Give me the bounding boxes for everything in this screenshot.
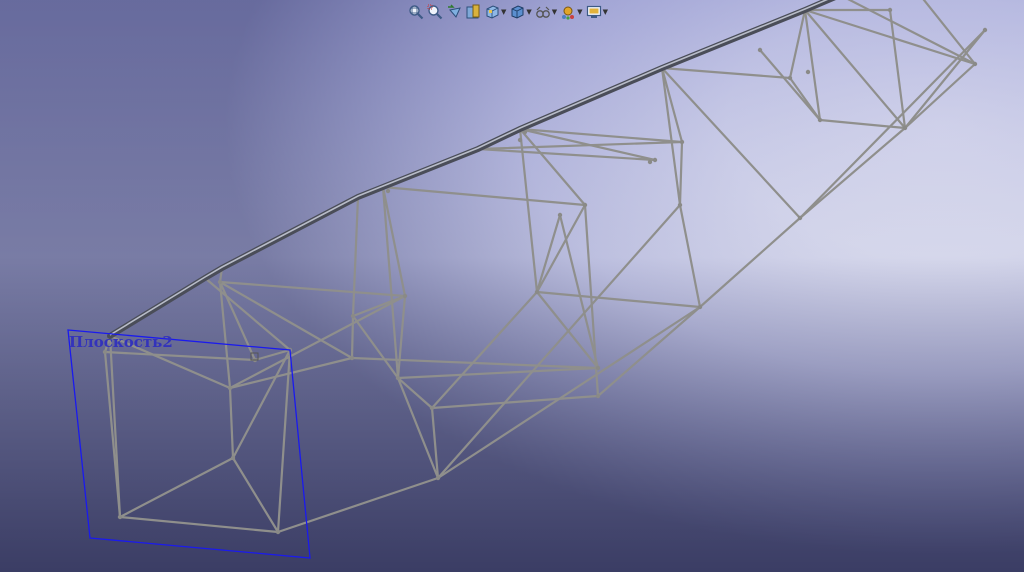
truss-node[interactable] [429,405,435,411]
truss-member[interactable] [231,456,280,534]
truss-node[interactable] [557,212,563,218]
truss-node[interactable] [595,365,601,371]
truss-member[interactable] [788,8,807,80]
truss-node[interactable] [805,69,811,75]
truss-member[interactable] [103,350,257,362]
truss-node[interactable] [582,202,588,208]
edit-appearance-button[interactable]: ▼ [560,3,583,21]
truss-node[interactable] [887,7,893,13]
truss-node[interactable] [652,157,658,163]
truss-member[interactable] [351,314,400,380]
display-style-icon [511,5,524,19]
view-settings-button[interactable]: ▼ [586,3,608,21]
truss-model [67,0,988,559]
hide-show-items-icon [535,6,550,18]
truss-node[interactable] [435,475,441,481]
truss-node[interactable] [757,47,763,53]
truss-member[interactable] [218,280,407,298]
chevron-down-icon: ▼ [501,8,507,16]
truss-node[interactable] [395,375,401,381]
plane2-label[interactable]: Плоскость2 [69,333,173,351]
truss-member[interactable] [381,185,587,207]
zoom-to-fit-button[interactable] [408,3,424,21]
truss-node[interactable] [972,61,978,67]
truss-member[interactable] [798,28,987,220]
truss-member[interactable] [596,305,702,398]
truss-node[interactable] [697,304,703,310]
truss-node[interactable] [385,188,391,194]
truss-node[interactable] [402,293,408,299]
previous-view-icon [448,4,461,18]
truss-node[interactable] [902,125,908,131]
truss-node[interactable] [517,137,523,143]
truss-node[interactable] [677,202,683,208]
truss-member[interactable] [698,216,802,309]
truss-member[interactable] [381,185,400,380]
chevron-down-icon: ▼ [551,8,558,16]
truss-node[interactable] [982,27,988,33]
truss-member[interactable] [276,476,440,534]
chevron-down-icon: ▼ [602,8,608,16]
truss-member[interactable] [118,515,280,534]
truss-node[interactable] [787,75,793,81]
truss-node[interactable] [227,385,233,391]
truss-member[interactable] [798,126,907,220]
edit-appearance-icon [562,6,575,20]
truss-member[interactable] [678,203,702,309]
truss-node[interactable] [647,159,653,165]
truss-member[interactable] [351,195,360,318]
truss-node[interactable] [349,355,355,361]
hide-show-items-button[interactable]: ▼ [535,3,557,21]
truss-member[interactable] [231,348,292,460]
section-view-button[interactable] [465,3,481,21]
truss-member[interactable] [518,127,587,207]
truss-member[interactable] [660,66,792,80]
truss-member[interactable] [660,66,682,207]
section-view-icon [466,4,480,19]
previous-view-button[interactable] [446,3,462,21]
truss-node[interactable] [534,289,540,295]
truss-node[interactable] [117,514,123,520]
truss-node[interactable] [797,215,803,221]
truss-node[interactable] [679,139,685,145]
truss-member[interactable] [228,294,407,390]
truss-node[interactable] [595,393,601,399]
truss-node[interactable] [275,529,281,535]
truss-node[interactable] [817,117,823,123]
zoom-to-area-icon [427,4,443,20]
truss-member[interactable] [803,8,907,130]
view-settings-icon [586,5,601,18]
truss-member[interactable] [228,386,235,460]
zoom-to-fit-icon [409,5,424,20]
truss-member[interactable] [118,456,235,519]
truss-node[interactable] [230,455,236,461]
chevron-down-icon: ▼ [577,8,583,16]
view-orientation-button[interactable]: ▼ [484,3,506,21]
truss-member[interactable] [396,294,407,380]
truss-member[interactable] [276,348,292,534]
heads-up-view-toolbar: ▼ ▼ ▼ ▼ ▼ [408,2,608,22]
truss-member[interactable] [678,140,684,207]
truss-member[interactable] [535,213,562,294]
truss-member[interactable] [430,290,539,410]
chevron-down-icon: ▼ [526,8,532,16]
truss-members [103,0,987,534]
truss-member[interactable] [396,376,440,480]
zoom-to-area-button[interactable] [427,3,443,21]
graphics-viewport[interactable]: Плоскость2 ▼ ▼ ▼ ▼ ▼ [0,0,1024,572]
truss-member[interactable] [903,62,977,130]
truss-member[interactable] [396,366,600,380]
truss-node[interactable] [217,279,223,285]
view-orientation-icon [486,5,499,19]
display-style-button[interactable]: ▼ [509,3,532,21]
truss-node[interactable] [350,313,356,319]
truss-member[interactable] [430,394,600,410]
truss-member[interactable] [535,290,702,309]
truss-member[interactable] [436,203,682,480]
